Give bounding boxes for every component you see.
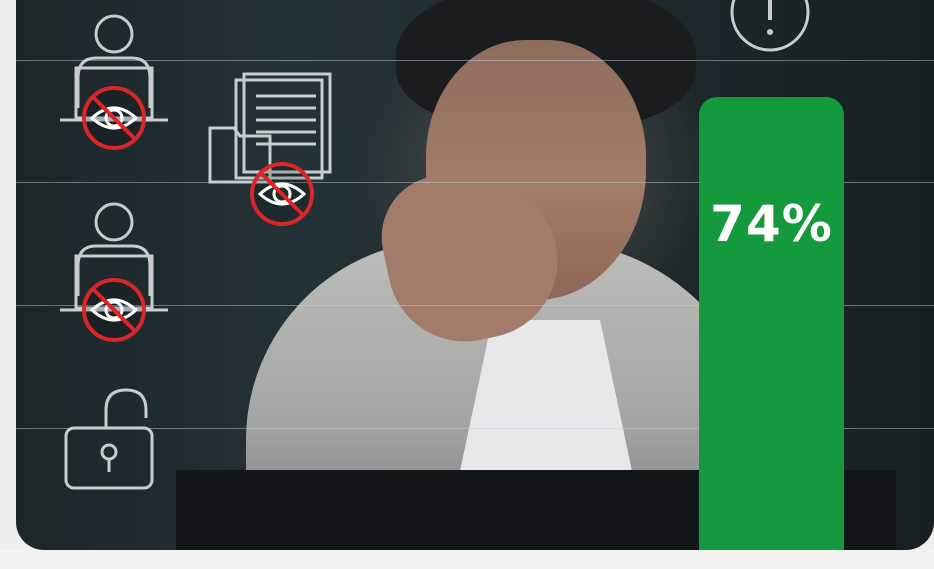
stat-value: 74% xyxy=(710,195,833,253)
hero-image: 74% xyxy=(16,0,934,550)
no-eye-icon xyxy=(250,162,314,226)
alert-icon xyxy=(730,0,810,52)
page-bottom-strip xyxy=(0,550,934,569)
no-eye-icon xyxy=(82,278,146,342)
stat-bar: 74% xyxy=(699,97,844,550)
unlocked-padlock-icon xyxy=(64,388,154,490)
no-eye-icon xyxy=(82,86,146,150)
